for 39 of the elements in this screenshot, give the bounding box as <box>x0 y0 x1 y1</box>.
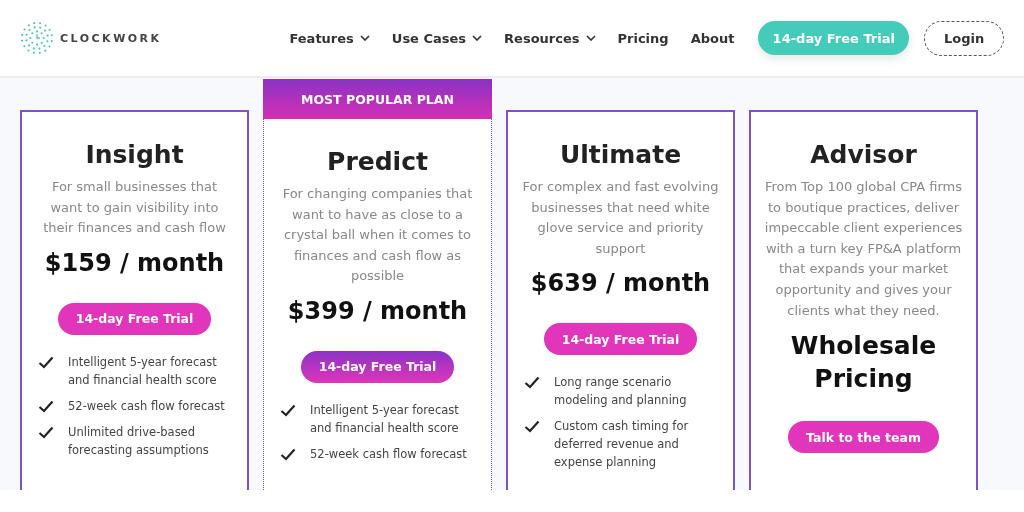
nav-link[interactable]: Features <box>289 30 370 46</box>
check-icon <box>524 376 540 390</box>
nav-link[interactable]: Resources <box>504 30 596 46</box>
plan-name: Predict <box>327 147 428 176</box>
plan-name: Advisor <box>810 140 917 169</box>
plan-price: $159 / month <box>44 248 225 277</box>
check-icon <box>38 355 54 369</box>
plan-button[interactable]: Talk to the team <box>788 421 939 454</box>
nav-link[interactable]: About <box>690 30 735 46</box>
logo-icon <box>20 21 54 55</box>
plan-price: $639 / month <box>530 269 711 298</box>
feature-text: Intelligent 5-year forecast and financial health score <box>68 353 218 389</box>
brand-name[interactable]: CLOCKWORK <box>60 31 162 45</box>
nav-link[interactable]: Pricing <box>617 30 669 46</box>
check-icon <box>38 425 54 439</box>
plan-name: Ultimate <box>559 140 682 169</box>
check-icon <box>38 399 54 413</box>
plan-description: For changing companies that want to have as close to a crystal ball when it comes to finances and cash flow as possible <box>281 185 474 286</box>
plan-price: Wholesale Pricing <box>789 330 938 396</box>
nav-link[interactable]: Use Cases <box>391 30 483 46</box>
plan-name: Insight <box>85 140 184 169</box>
feature-text: 52-week cash flow forecast <box>310 445 467 463</box>
feature-text: 52-week cash flow forecast <box>68 397 225 415</box>
plan-button[interactable]: 14-day Free Trial <box>300 350 455 383</box>
feature-text: Intelligent 5-year forecast and financial health score <box>310 401 460 437</box>
check-icon <box>280 447 296 461</box>
feature-text: Unlimited drive-based forecasting assumptions <box>68 423 210 459</box>
plan-button[interactable]: 14-day Free Trial <box>57 302 212 335</box>
plan-button[interactable]: 14-day Free Trial <box>543 323 698 356</box>
plan-price: $399 / month <box>287 296 468 325</box>
login-button[interactable]: Login <box>924 20 1004 56</box>
feature-text: Custom cash timing for deferred revenue and expense planning <box>554 418 690 472</box>
plan-description: For small businesses that want to gain visibility into their finances and cash flow <box>42 178 227 238</box>
plan-description: For complex and fast evolving businesses that need white glove service and priority support <box>521 178 720 258</box>
check-icon <box>524 420 540 434</box>
popular-banner: MOST POPULAR PLAN <box>263 79 492 119</box>
feature-text: Long range scenario modeling and planning <box>554 374 688 410</box>
check-icon <box>280 403 296 417</box>
plan-description: From Top 100 global CPA firms to boutique practices, deliver impeccable client experiences with a turn key FP&A platform that expands your market opportunity and gives your clients what they need. <box>763 178 964 320</box>
